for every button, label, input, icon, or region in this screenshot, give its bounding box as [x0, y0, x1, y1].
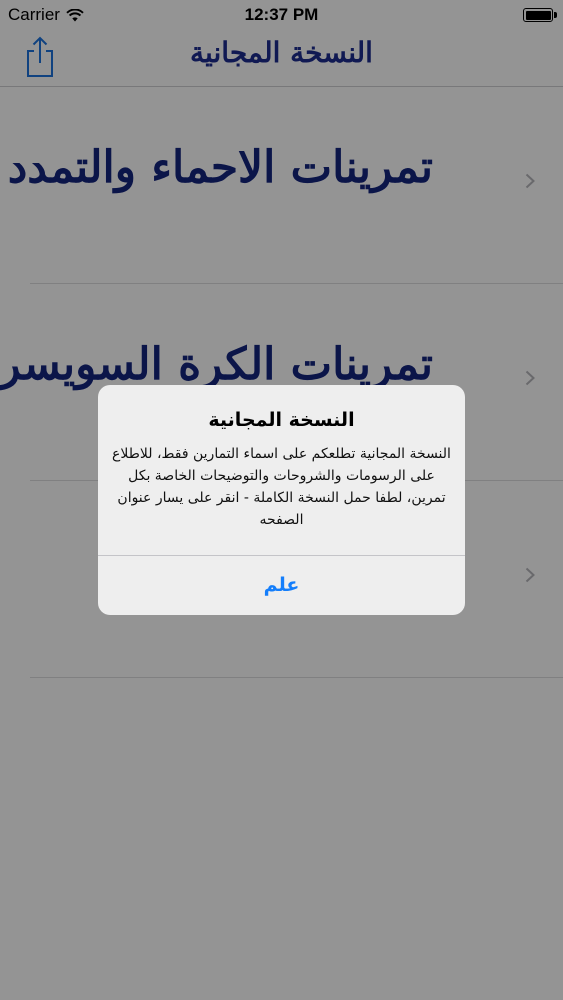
alert-ok-button[interactable]: علم	[98, 556, 465, 615]
app-screen: Carrier 12:37 PM النسخة المجانية تمرينات…	[0, 0, 563, 1000]
alert-dialog: النسخة المجانية النسخة المجانية تطلعكم ع…	[98, 385, 465, 615]
alert-message: النسخة المجانية تطلعكم على اسماء التماري…	[112, 446, 451, 528]
alert-title: النسخة المجانية	[208, 409, 355, 431]
